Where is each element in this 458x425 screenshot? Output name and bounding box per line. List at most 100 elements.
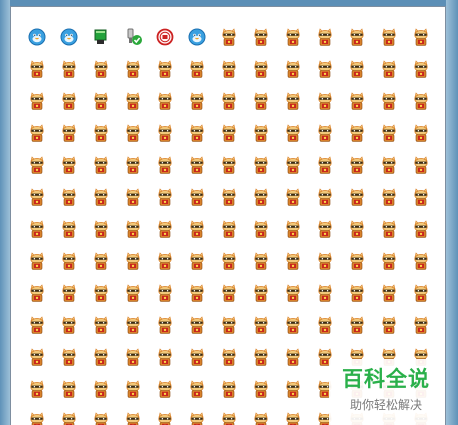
icon-cell[interactable] — [309, 219, 341, 251]
icon-cell[interactable] — [117, 283, 149, 315]
icon-cell[interactable] — [245, 123, 277, 155]
icon-cell[interactable] — [149, 315, 181, 347]
icon-cell[interactable] — [149, 411, 181, 425]
icon-cell[interactable] — [149, 59, 181, 91]
icon-cell[interactable] — [181, 91, 213, 123]
icon-cell[interactable] — [53, 219, 85, 251]
icon-cell[interactable] — [149, 91, 181, 123]
icon-cell[interactable] — [117, 91, 149, 123]
icon-cell[interactable] — [245, 347, 277, 379]
icon-cell[interactable] — [309, 27, 341, 59]
icon-cell[interactable] — [213, 251, 245, 283]
icon-cell[interactable] — [181, 347, 213, 379]
icon-cell[interactable] — [181, 59, 213, 91]
icon-cell[interactable] — [213, 123, 245, 155]
icon-cell[interactable] — [213, 91, 245, 123]
icon-cell[interactable] — [181, 411, 213, 425]
icon-cell[interactable] — [245, 411, 277, 425]
icon-cell[interactable] — [277, 91, 309, 123]
icon-cell[interactable] — [21, 27, 53, 59]
icon-cell[interactable] — [373, 251, 405, 283]
icon-cell[interactable] — [85, 283, 117, 315]
icon-cell[interactable] — [117, 123, 149, 155]
icon-cell[interactable] — [213, 347, 245, 379]
icon-cell[interactable] — [181, 27, 213, 59]
icon-cell[interactable] — [213, 315, 245, 347]
icon-cell[interactable] — [117, 155, 149, 187]
icon-cell[interactable] — [181, 123, 213, 155]
icon-cell[interactable] — [117, 315, 149, 347]
icon-cell[interactable] — [117, 379, 149, 411]
icon-cell[interactable] — [85, 91, 117, 123]
icon-cell[interactable] — [405, 283, 437, 315]
icon-cell[interactable] — [405, 251, 437, 283]
icon-cell[interactable] — [213, 379, 245, 411]
icon-list-pane[interactable]: 百科全说 助你轻松解决 — [10, 6, 446, 425]
icon-cell[interactable] — [245, 379, 277, 411]
icon-cell[interactable] — [21, 251, 53, 283]
icon-cell[interactable] — [149, 379, 181, 411]
icon-cell[interactable] — [341, 219, 373, 251]
icon-cell[interactable] — [245, 283, 277, 315]
icon-cell[interactable] — [405, 59, 437, 91]
icon-cell[interactable] — [213, 219, 245, 251]
icon-cell[interactable] — [341, 283, 373, 315]
icon-cell[interactable] — [117, 187, 149, 219]
icon-cell[interactable] — [85, 155, 117, 187]
icon-cell[interactable] — [341, 187, 373, 219]
icon-cell[interactable] — [53, 379, 85, 411]
icon-cell[interactable] — [405, 187, 437, 219]
icon-cell[interactable] — [373, 155, 405, 187]
icon-cell[interactable] — [149, 219, 181, 251]
icon-cell[interactable] — [181, 379, 213, 411]
icon-cell[interactable] — [21, 315, 53, 347]
icon-cell[interactable] — [309, 155, 341, 187]
icon-cell[interactable] — [373, 27, 405, 59]
icon-cell[interactable] — [21, 91, 53, 123]
icon-cell[interactable] — [53, 347, 85, 379]
icon-cell[interactable] — [21, 123, 53, 155]
icon-cell[interactable] — [149, 251, 181, 283]
icon-cell[interactable] — [277, 59, 309, 91]
icon-cell[interactable] — [373, 123, 405, 155]
icon-cell[interactable] — [309, 283, 341, 315]
icon-cell[interactable] — [53, 411, 85, 425]
icon-cell[interactable] — [405, 91, 437, 123]
icon-cell[interactable] — [245, 219, 277, 251]
icon-cell[interactable] — [149, 27, 181, 59]
icon-cell[interactable] — [21, 187, 53, 219]
icon-cell[interactable] — [85, 411, 117, 425]
icon-cell[interactable] — [213, 283, 245, 315]
icon-cell[interactable] — [149, 187, 181, 219]
icon-cell[interactable] — [53, 283, 85, 315]
icon-cell[interactable] — [245, 155, 277, 187]
icon-cell[interactable] — [277, 219, 309, 251]
icon-cell[interactable] — [213, 27, 245, 59]
icon-cell[interactable] — [245, 315, 277, 347]
icon-cell[interactable] — [277, 411, 309, 425]
icon-cell[interactable] — [341, 123, 373, 155]
icon-cell[interactable] — [53, 123, 85, 155]
icon-cell[interactable] — [213, 187, 245, 219]
icon-cell[interactable] — [149, 347, 181, 379]
icon-cell[interactable] — [309, 187, 341, 219]
icon-cell[interactable] — [341, 59, 373, 91]
icon-cell[interactable] — [341, 251, 373, 283]
icon-cell[interactable] — [277, 123, 309, 155]
icon-cell[interactable] — [245, 251, 277, 283]
icon-cell[interactable] — [373, 315, 405, 347]
icon-cell[interactable] — [53, 315, 85, 347]
icon-cell[interactable] — [405, 27, 437, 59]
icon-cell[interactable] — [181, 187, 213, 219]
icon-cell[interactable] — [405, 123, 437, 155]
icon-cell[interactable] — [117, 27, 149, 59]
icon-cell[interactable] — [277, 27, 309, 59]
icon-cell[interactable] — [85, 379, 117, 411]
icon-cell[interactable] — [309, 91, 341, 123]
icon-cell[interactable] — [277, 347, 309, 379]
icon-cell[interactable] — [21, 411, 53, 425]
icon-cell[interactable] — [309, 123, 341, 155]
icon-cell[interactable] — [213, 411, 245, 425]
icon-cell[interactable] — [309, 59, 341, 91]
icon-cell[interactable] — [21, 59, 53, 91]
